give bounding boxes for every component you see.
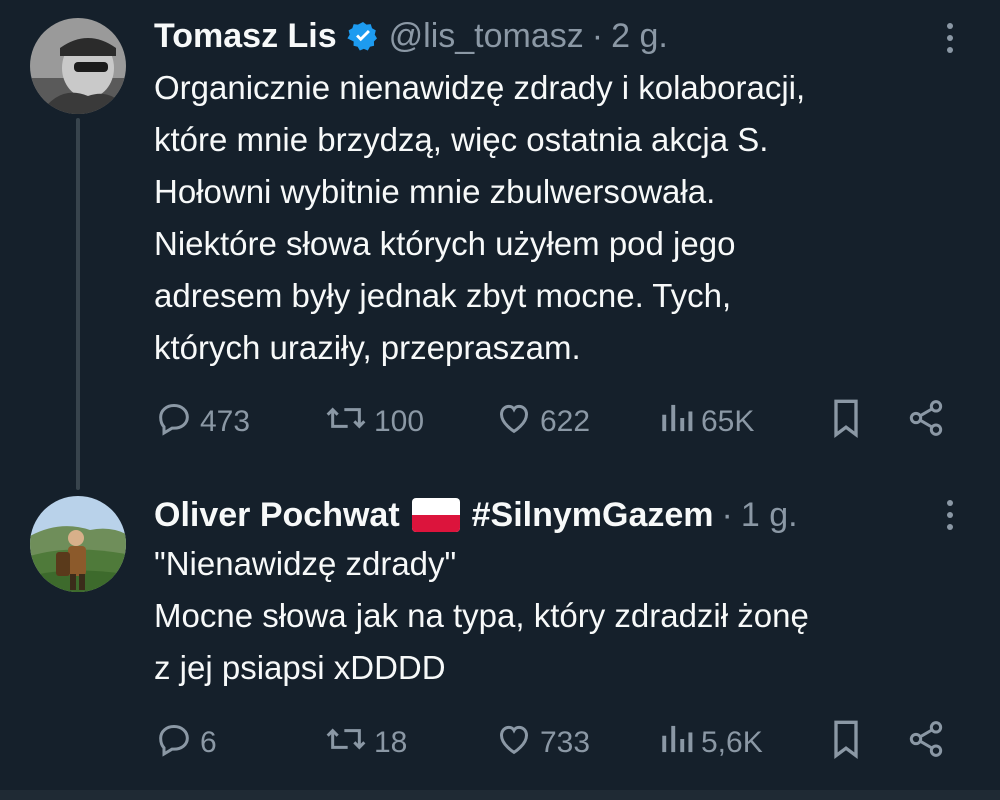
author-name[interactable]: Tomasz Lis	[154, 17, 337, 56]
tweet-actions: 473 100 622 65K	[154, 397, 964, 447]
retweet-count: 18	[374, 726, 408, 759]
share-button[interactable]	[906, 397, 946, 447]
like-button[interactable]: 733	[494, 718, 590, 768]
author-handle[interactable]: @lis_tomasz	[389, 17, 584, 56]
tweet-actions: 6 18 733 5,6K	[154, 718, 964, 768]
share-icon	[906, 398, 946, 446]
views-button[interactable]: 5,6K	[659, 718, 763, 768]
reply-button[interactable]: 473	[154, 397, 250, 447]
avatar[interactable]	[30, 18, 126, 114]
like-icon	[494, 719, 534, 767]
bookmark-button[interactable]	[826, 397, 866, 447]
timestamp[interactable]: 1 g.	[741, 496, 798, 535]
tweet-text: "Nienawidzę zdrady" Mocne słowa jak na t…	[154, 538, 964, 694]
reply-button[interactable]: 6	[154, 718, 217, 768]
retweet-count: 100	[374, 405, 425, 438]
reply-icon	[154, 398, 194, 446]
retweet-button[interactable]: 100	[324, 397, 424, 447]
reply-count: 6	[200, 726, 217, 759]
bottom-divider	[0, 790, 1000, 800]
tweet-line: Mocne słowa jak na typa, który zdradził …	[154, 597, 809, 634]
tweet-line: których uraziły, przepraszam.	[154, 329, 581, 366]
tweet-line: które mnie brzydzą, więc ostatnia akcja …	[154, 121, 769, 158]
bookmark-button[interactable]	[826, 718, 866, 768]
separator-dot: ·	[721, 495, 733, 534]
poland-flag-icon	[411, 498, 460, 532]
tweet-text: Organicznie nienawidzę zdrady i kolabora…	[154, 62, 964, 374]
tweet-header: Tomasz Lis @lis_tomasz · 2 g.	[154, 16, 668, 56]
tweet-line: adresem były jednak zbyt mocne. Tych,	[154, 277, 732, 314]
timestamp[interactable]: 2 g.	[611, 17, 668, 56]
like-count: 622	[540, 405, 591, 438]
like-icon	[494, 398, 534, 446]
reply-icon	[154, 719, 194, 767]
thread-connector-line	[76, 118, 80, 490]
more-icon[interactable]	[940, 18, 960, 58]
views-icon	[659, 719, 695, 767]
verified-badge-icon	[347, 20, 379, 52]
bookmark-icon	[826, 396, 866, 448]
share-icon	[906, 719, 946, 767]
tweet-line: Niektóre słowa których użyłem pod jego	[154, 225, 736, 262]
retweet-icon	[324, 398, 368, 446]
separator-dot: ·	[591, 16, 604, 55]
bookmark-icon	[826, 717, 866, 769]
more-icon[interactable]	[940, 495, 960, 535]
views-count: 5,6K	[701, 726, 763, 759]
like-button[interactable]: 622	[494, 397, 590, 447]
author-name[interactable]: Oliver Pochwat	[154, 496, 400, 535]
views-icon	[659, 398, 695, 446]
reply-count: 473	[200, 405, 251, 438]
tweet-line: Organicznie nienawidzę zdrady i kolabora…	[154, 69, 806, 106]
retweet-button[interactable]: 18	[324, 718, 407, 768]
views-button[interactable]: 65K	[659, 397, 754, 447]
views-count: 65K	[701, 405, 755, 438]
retweet-icon	[324, 719, 368, 767]
tweet-line: Hołowni wybitnie mnie zbulwersowała.	[154, 173, 716, 210]
tweet-line: z jej psiapsi xDDDD	[154, 649, 446, 686]
author-hashtag[interactable]: #SilnymGazem	[472, 496, 714, 535]
avatar[interactable]	[30, 496, 126, 592]
tweet-header: Oliver Pochwat #SilnymGazem · 1 g.	[154, 495, 798, 535]
share-button[interactable]	[906, 718, 946, 768]
tweet-line: "Nienawidzę zdrady"	[154, 545, 457, 582]
like-count: 733	[540, 726, 591, 759]
